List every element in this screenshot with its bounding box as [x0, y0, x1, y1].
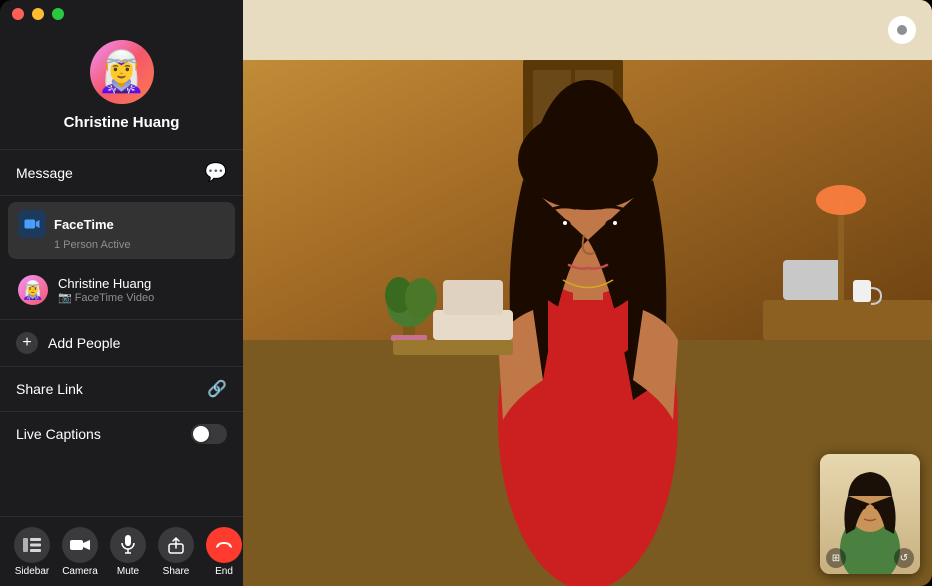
facetime-icon-box — [18, 210, 46, 238]
toolbar-camera-label: Camera — [62, 566, 98, 577]
facetime-item[interactable]: FaceTime 1 Person Active — [8, 202, 235, 259]
camera-icon — [62, 527, 98, 563]
mic-icon — [110, 527, 146, 563]
toolbar: Sidebar Camera Mute — [0, 516, 243, 586]
profile-name: Christine Huang — [64, 114, 180, 131]
facetime-title: FaceTime — [54, 217, 114, 232]
toolbar-end-button[interactable]: End — [200, 523, 248, 581]
avatar: 🧝‍♀️ — [90, 40, 154, 104]
sidebar-icon — [14, 527, 50, 563]
toolbar-share-button[interactable]: Share — [152, 523, 200, 581]
divider-2 — [0, 195, 243, 196]
divider-3 — [0, 319, 243, 320]
minimize-button[interactable] — [32, 8, 44, 20]
toolbar-mute-button[interactable]: Mute — [104, 523, 152, 581]
divider-1 — [0, 149, 243, 150]
avatar-emoji: 🧝‍♀️ — [97, 52, 147, 92]
camera-small-icon: 📷 — [58, 291, 72, 304]
record-dot — [897, 25, 907, 35]
message-icon: 💬 — [205, 162, 227, 183]
add-people-row[interactable]: + Add People — [0, 322, 243, 364]
toggle-thumb — [193, 426, 209, 442]
toolbar-camera-button[interactable]: Camera — [56, 523, 104, 581]
link-icon: 🔗 — [207, 379, 227, 399]
share-icon — [158, 527, 194, 563]
video-area: ↺ ⊞ — [243, 0, 932, 586]
participant-info: Christine Huang 📷 FaceTime Video — [58, 276, 154, 304]
toolbar-sidebar-button[interactable]: Sidebar — [8, 523, 56, 581]
facetime-video-icon — [23, 215, 41, 233]
maximize-button[interactable] — [52, 8, 64, 20]
pip-refresh-icon[interactable]: ↺ — [894, 548, 914, 568]
live-captions-toggle[interactable] — [191, 424, 227, 444]
add-people-label: Add People — [48, 335, 120, 351]
titlebar — [0, 0, 243, 28]
close-button[interactable] — [12, 8, 24, 20]
pip-video[interactable]: ↺ ⊞ — [820, 454, 920, 574]
pip-camera-icon[interactable]: ⊞ — [826, 548, 846, 568]
plus-icon: + — [16, 332, 38, 354]
toolbar-share-label: Share — [163, 566, 190, 577]
participant-avatar-emoji: 🧝‍♀️ — [22, 280, 44, 301]
toolbar-sidebar-label: Sidebar — [15, 566, 49, 577]
toolbar-end-label: End — [215, 566, 233, 577]
message-label: Message — [16, 165, 73, 181]
sidebar: 🧝‍♀️ Christine Huang Message 💬 FaceTime … — [0, 0, 243, 586]
message-row[interactable]: Message 💬 — [0, 152, 243, 193]
divider-5 — [0, 411, 243, 412]
toolbar-mute-label: Mute — [117, 566, 139, 577]
facetime-subtitle: 1 Person Active — [54, 239, 225, 251]
divider-4 — [0, 366, 243, 367]
share-link-label: Share Link — [16, 381, 83, 397]
record-indicator[interactable] — [888, 16, 916, 44]
live-captions-row[interactable]: Live Captions — [0, 414, 243, 454]
participant-item[interactable]: 🧝‍♀️ Christine Huang 📷 FaceTime Video — [8, 267, 235, 313]
live-captions-label: Live Captions — [16, 426, 101, 442]
end-call-icon — [206, 527, 242, 563]
profile-section: 🧝‍♀️ Christine Huang — [0, 28, 243, 147]
participant-avatar: 🧝‍♀️ — [18, 275, 48, 305]
participant-status: 📷 FaceTime Video — [58, 291, 154, 304]
facetime-item-header: FaceTime — [18, 210, 225, 238]
participant-name: Christine Huang — [58, 276, 154, 291]
share-link-row[interactable]: Share Link 🔗 — [0, 369, 243, 409]
